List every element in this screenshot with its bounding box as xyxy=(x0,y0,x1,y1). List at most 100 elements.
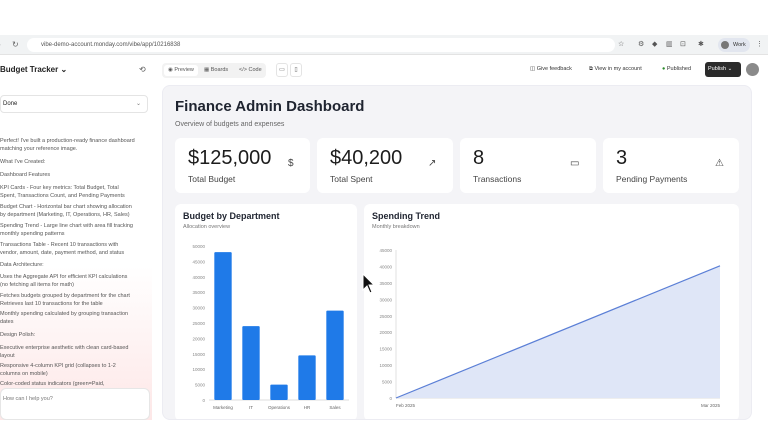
message-line: Transactions Table - Recent 10 transacti… xyxy=(0,242,119,248)
x-tick-label: Marketing xyxy=(213,405,233,410)
message-line: monthly spending patterns xyxy=(0,231,65,237)
budget-bar-chart: 0 5000 10000 15000 20000 25000 30000 35000 40000… xyxy=(192,244,349,410)
chevron-down-icon: ⌄ xyxy=(135,101,141,107)
bar-operations xyxy=(270,384,288,400)
profile-button[interactable]: Work xyxy=(718,38,750,52)
message-line: What I've Created: xyxy=(0,159,46,165)
kpi-card-total-spent: $40,200 Total Spent ↗ xyxy=(317,138,453,193)
extension-icon[interactable]: ◆ xyxy=(652,39,657,50)
y-tick-label: 50000 xyxy=(192,244,205,249)
message-line: Retrieves last 10 transactions for the t… xyxy=(0,301,103,307)
bookmark-icon[interactable]: ⊡ xyxy=(680,39,686,50)
chart-title: Budget by Department xyxy=(183,211,280,221)
project-title[interactable]: Budget Tracker ⌄ xyxy=(0,65,67,74)
desktop-view-icon[interactable]: ▭ xyxy=(276,63,288,77)
view-in-account-button[interactable]: ⧉ View in my account xyxy=(589,65,642,74)
y-tick-label: 30000 xyxy=(192,306,205,311)
card-icon: ▭ xyxy=(570,158,580,169)
x-tick-label: Feb 2025 xyxy=(396,403,416,408)
profile-label: Work xyxy=(733,42,746,48)
forward-icon[interactable]: › xyxy=(0,40,1,50)
message-line: vendor, amount, date, payment method, an… xyxy=(0,250,125,256)
mobile-view-icon[interactable]: ▯ xyxy=(290,63,302,77)
sidebar-icon[interactable]: ▥ xyxy=(666,39,673,50)
message-line: Uses the Aggregate API for efficient KPI… xyxy=(0,274,128,280)
settings-icon[interactable]: ⚙ xyxy=(638,39,644,50)
message-line: (no fetching all items for math) xyxy=(0,282,74,288)
bar-marketing xyxy=(214,252,232,400)
avatar xyxy=(721,41,729,49)
kpi-value: $125,000 xyxy=(188,147,272,169)
bar-hr xyxy=(298,355,316,400)
star-icon[interactable]: ☆ xyxy=(618,39,624,50)
y-tick-label: 30000 xyxy=(379,297,392,302)
y-tick-label: 10000 xyxy=(379,363,392,368)
y-tick-label: 25000 xyxy=(379,314,392,319)
menu-icon[interactable]: ⋮ xyxy=(756,39,763,50)
chart-subtitle: Monthly breakdown xyxy=(372,224,420,230)
chevron-down-icon: ⌄ xyxy=(727,66,733,72)
budget-chart-card: Budget by Department Allocation overview… xyxy=(175,204,357,419)
y-tick-label: 35000 xyxy=(192,290,205,295)
kpi-label: Total Budget xyxy=(188,174,236,184)
bar-it xyxy=(242,326,260,400)
kpi-label: Pending Payments xyxy=(616,174,688,184)
dashboard-preview: Finance Admin Dashboard Overview of budg… xyxy=(162,85,752,420)
message-line: Data Architecture: xyxy=(0,262,44,268)
dollar-icon: $ xyxy=(288,158,294,169)
y-tick-label: 20000 xyxy=(379,330,392,335)
tab-code[interactable]: </> Code xyxy=(235,65,266,76)
history-icon[interactable]: ⟲ xyxy=(139,65,146,74)
status-value: Done xyxy=(3,101,18,107)
user-avatar[interactable] xyxy=(746,63,759,76)
message-line: Monthly spending calculated by grouping … xyxy=(0,311,129,317)
kpi-value: 8 xyxy=(473,147,485,169)
message-line: Dashboard Features xyxy=(0,172,51,178)
message-line: Perfect! I've built a production-ready f… xyxy=(0,138,135,144)
chat-placeholder: How can I help you? xyxy=(3,396,53,402)
browser-toolbar: › ↻ vibe-demo-account.monday.com/vibe/ap… xyxy=(0,35,768,55)
screen: › ↻ vibe-demo-account.monday.com/vibe/ap… xyxy=(0,0,768,432)
y-tick-label: 10000 xyxy=(192,367,205,372)
page-title: Finance Admin Dashboard xyxy=(175,98,365,115)
kpi-card-transactions: 8 Transactions ▭ xyxy=(460,138,596,193)
publish-button[interactable]: Publish ⌄ xyxy=(705,62,741,77)
message-line: Executive enterprise aesthetic with clea… xyxy=(0,345,129,351)
y-tick-label: 40000 xyxy=(379,264,392,269)
url-text: vibe-demo-account.monday.com/vibe/app/10… xyxy=(41,42,181,48)
puzzle-icon[interactable]: ✱ xyxy=(698,39,704,50)
message-line: KPI Cards - Four key metrics: Total Budg… xyxy=(0,185,119,191)
message-line: Spent, Transactions Count, and Pending P… xyxy=(0,193,125,199)
chat-input[interactable]: How can I help you? xyxy=(0,388,150,420)
x-tick-label: Sales xyxy=(329,405,341,410)
tab-preview[interactable]: ◉ Preview xyxy=(164,65,198,76)
page-subtitle: Overview of budgets and expenses xyxy=(175,121,285,128)
app-toolbar: ◉ Preview ▦ Boards </> Code ▭ ▯ ◫ Give f… xyxy=(152,55,768,85)
message-line: layout xyxy=(0,353,15,359)
chart-subtitle: Allocation overview xyxy=(183,224,231,230)
status-dropdown[interactable]: Done ⌄ xyxy=(0,95,148,113)
kpi-label: Transactions xyxy=(473,174,522,184)
give-feedback-button[interactable]: ◫ Give feedback xyxy=(530,65,572,74)
y-tick-label: 35000 xyxy=(379,281,392,286)
y-tick-label: 5000 xyxy=(382,380,393,385)
trend-up-icon: ↗ xyxy=(428,158,437,169)
x-tick-label: Mar 2025 xyxy=(701,403,721,408)
chat-sidebar: Budget Tracker ⌄ ⟲ Done ⌄ Perfect! I've b… xyxy=(0,55,152,420)
kpi-value: $40,200 xyxy=(330,147,403,169)
y-tick-label: 15000 xyxy=(379,347,392,352)
y-tick-label: 5000 xyxy=(195,383,206,388)
spending-area-chart: 0 5000 10000 15000 20000 25000 30000 35000 40000… xyxy=(379,248,721,408)
tab-boards[interactable]: ▦ Boards xyxy=(200,65,232,76)
message-line: Budget Chart - Horizontal bar chart show… xyxy=(0,204,132,210)
address-bar[interactable]: vibe-demo-account.monday.com/vibe/app/10… xyxy=(27,38,615,52)
message-line: Fetches budgets grouped by department fo… xyxy=(0,293,130,299)
y-tick-label: 45000 xyxy=(379,248,392,253)
y-tick-label: 40000 xyxy=(192,275,205,280)
message-line: matching your reference image. xyxy=(0,146,78,152)
y-tick-label: 45000 xyxy=(192,259,205,264)
reload-icon[interactable]: ↻ xyxy=(12,40,19,50)
message-line: Spending Trend - Large line chart with a… xyxy=(0,223,133,229)
message-line: dates xyxy=(0,319,14,325)
y-tick-label: 20000 xyxy=(192,336,205,341)
